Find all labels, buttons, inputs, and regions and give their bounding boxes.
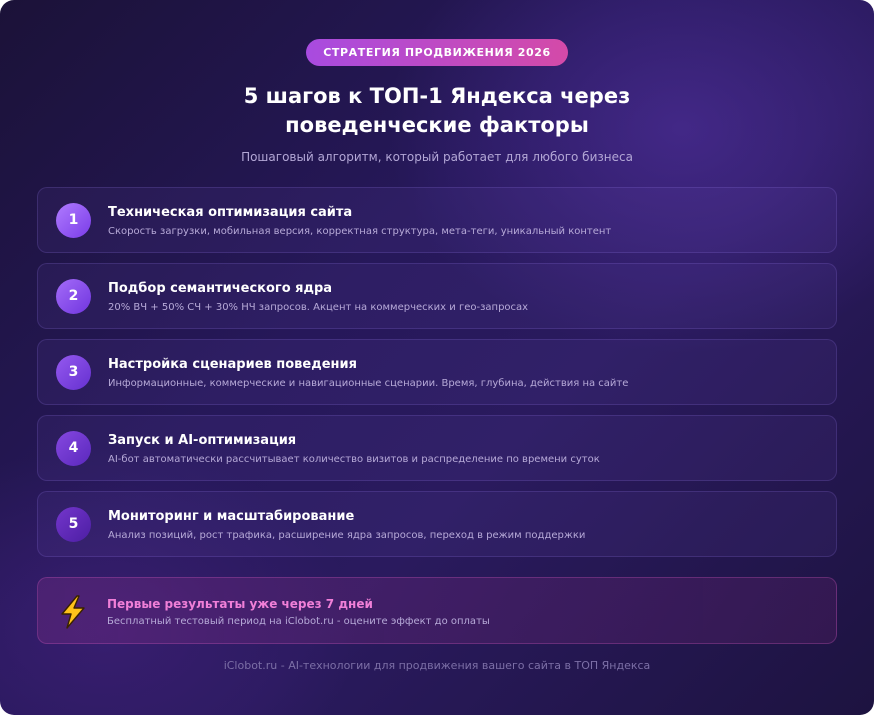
step-description: Скорость загрузки, мобильная версия, кор… — [108, 226, 612, 237]
step-title: Техническая оптимизация сайта — [108, 205, 353, 220]
step-title: Запуск и AI-оптимизация — [108, 433, 297, 448]
step-number-badge: 5 — [56, 507, 91, 542]
page-title-line-1: 5 шагов к ТОП-1 Яндекса через — [243, 84, 631, 108]
step-number-badge: 4 — [56, 431, 91, 466]
page-title: 5 шагов к ТОП-1 Яндекса через поведенчес… — [0, 82, 874, 140]
badge-container: СТРАТЕГИЯ ПРОДВИЖЕНИЯ 2026 — [0, 39, 874, 66]
step-description: Информационные, коммерческие и навигацио… — [108, 378, 629, 389]
step-item-5: 5 Мониторинг и масштабирование Анализ по… — [37, 491, 837, 557]
step-item-1: 1 Техническая оптимизация сайта Скорость… — [37, 187, 837, 253]
promo-banner: Первые результаты уже через 7 дней Беспл… — [37, 577, 837, 644]
promo-description: Бесплатный тестовый период на iClobot.ru… — [107, 616, 490, 627]
step-title: Мониторинг и масштабирование — [108, 509, 355, 524]
step-number-badge: 3 — [56, 355, 91, 390]
step-number-badge: 2 — [56, 279, 91, 314]
infographic-card: СТРАТЕГИЯ ПРОДВИЖЕНИЯ 2026 5 шагов к ТОП… — [0, 0, 874, 715]
step-item-4: 4 Запуск и AI-оптимизация AI-бот автомат… — [37, 415, 837, 481]
step-item-2: 2 Подбор семантического ядра 20% ВЧ + 50… — [37, 263, 837, 329]
step-item-3: 3 Настройка сценариев поведения Информац… — [37, 339, 837, 405]
step-description: AI-бот автоматически рассчитывает количе… — [108, 454, 600, 465]
step-title: Настройка сценариев поведения — [108, 357, 357, 372]
promo-title: Первые результаты уже через 7 дней — [107, 597, 373, 611]
strategy-badge: СТРАТЕГИЯ ПРОДВИЖЕНИЯ 2026 — [306, 39, 568, 66]
step-title: Подбор семантического ядра — [108, 281, 333, 296]
step-description: Анализ позиций, рост трафика, расширение… — [108, 530, 586, 541]
page-title-line-2: поведенческие факторы — [285, 113, 589, 137]
step-description: 20% ВЧ + 50% СЧ + 30% НЧ запросов. Акцен… — [108, 302, 529, 313]
footer-text: iClobot.ru - AI-технологии для продвижен… — [223, 659, 651, 672]
page-subtitle: Пошаговый алгоритм, который работает для… — [241, 150, 633, 164]
lightning-icon — [61, 595, 85, 629]
step-number-badge: 1 — [56, 203, 91, 238]
steps-list: 1 Техническая оптимизация сайта Скорость… — [37, 187, 837, 567]
